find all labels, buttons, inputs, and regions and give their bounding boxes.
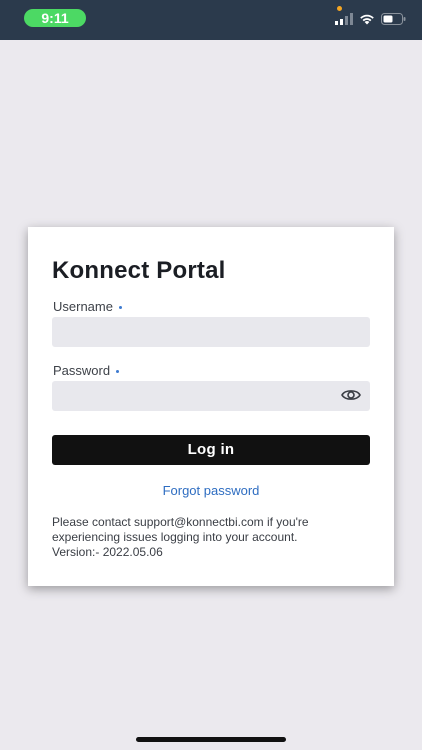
status-time: 9:11 <box>24 9 86 27</box>
home-indicator[interactable] <box>136 737 286 742</box>
show-password-eye-icon[interactable] <box>341 388 361 402</box>
version-text: Version:- 2022.05.06 <box>52 545 163 559</box>
username-input[interactable] <box>52 317 370 347</box>
username-label: Username <box>53 299 122 314</box>
username-label-text: Username <box>53 299 113 314</box>
login-button[interactable]: Log in <box>52 435 370 465</box>
support-line: experiencing issues logging into your ac… <box>52 530 298 544</box>
login-card: Konnect Portal Username Password Log in … <box>28 227 394 586</box>
forgot-password-link[interactable]: Forgot password <box>28 483 394 498</box>
password-label-text: Password <box>53 363 111 378</box>
cellular-signal-icon <box>335 13 353 25</box>
status-icons <box>335 11 406 27</box>
page-title: Konnect Portal <box>52 257 226 284</box>
support-message: Please contact support@konnectbi.com if … <box>52 515 374 560</box>
status-bar: 9:11 <box>0 0 422 40</box>
password-input[interactable] <box>52 381 370 411</box>
required-indicator-icon <box>118 306 122 310</box>
required-indicator-icon <box>116 370 120 374</box>
support-line: Please contact support@konnectbi.com if … <box>52 515 309 529</box>
wifi-icon <box>360 14 374 25</box>
battery-icon <box>381 13 406 25</box>
password-label: Password <box>53 363 120 378</box>
